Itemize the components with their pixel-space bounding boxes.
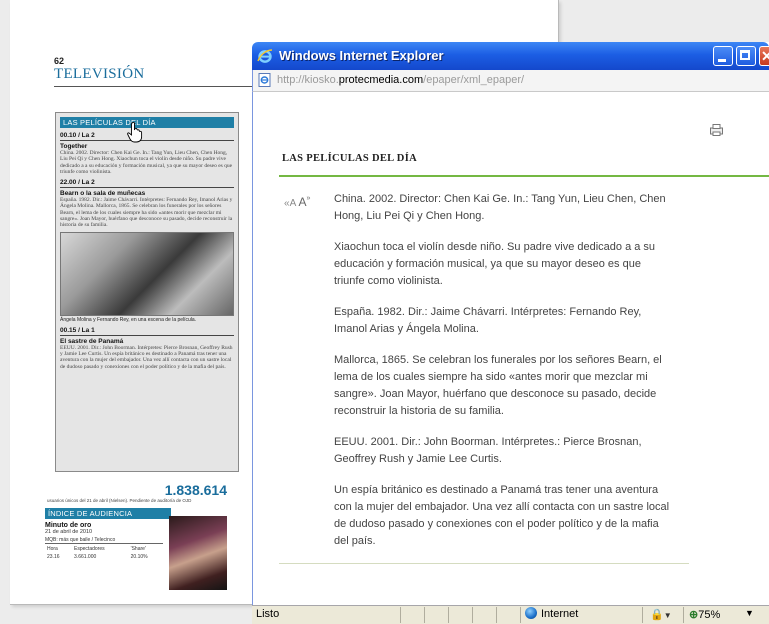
font-size-tool[interactable]: «A A» [284,195,310,209]
article-paragraph: Mallorca, 1865. Se celebran los funerale… [334,354,662,417]
zoom-icon: ⊕ [689,609,699,621]
address-bar[interactable]: http://kiosko.protecmedia.com/epaper/xml… [252,70,769,92]
film-summary: China. 2002. Director: Chen Kai Ge. In.:… [60,150,233,175]
status-divider [448,607,449,623]
status-divider [472,607,473,623]
film-title: Together [60,143,88,150]
article-paragraph: China. 2002. Director: Chen Kai Ge. In.:… [334,193,666,222]
security-zone[interactable]: Internet [525,607,578,623]
photo-caption: Ángela Molina y Fernando Rey, en una esc… [60,316,197,323]
audience-number: 1.838.614 [164,482,227,498]
minuto-program: MQB: más que baile / Telecinco [45,537,163,544]
hand-cursor-icon [127,122,143,143]
film-slot: 00.10 / La 2 [60,132,234,141]
table-header-row: Hora Espectadores 'Share' [45,545,163,553]
protected-mode-button[interactable]: 🔒▼ [650,608,672,621]
window-title: Windows Internet Explorer [279,48,444,63]
status-divider [400,607,401,623]
film-title: El sastre de Panamá [60,337,124,345]
table-cell: 23.16 [47,554,60,560]
status-text: Listo [256,608,280,620]
article-paragraph: Xiaochun toca el violín desde niño. Su p… [334,241,656,287]
film-summary: España. 1982. Dir.: Jaime Chávarri. Inté… [60,197,233,229]
page-number: 62 [54,56,65,66]
maximize-icon [740,50,750,60]
audience-table: Hora Espectadores 'Share' 23.16 3.661.00… [45,545,163,561]
table-header: Hora [47,546,58,552]
film-summary: EEUU. 2001. Dir.: John Boorman. Intérpre… [60,344,233,370]
table-header: Espectadores [74,546,105,552]
film-photo [60,231,234,316]
article-body: China. 2002. Director: Chen Kai Ge. In.:… [334,191,674,564]
section-divider [54,86,254,87]
status-divider [496,607,497,623]
url-prefix: http://kiosko. [277,74,339,86]
chevron-down-icon: ▼ [663,611,672,620]
increase-font-button[interactable]: A» [298,195,310,209]
films-column-heading: LAS PELÍCULAS DEL DÍA [60,117,234,128]
film-slot: 22.00 / La 2 [60,179,234,189]
decrease-font-button[interactable]: «A [284,198,298,209]
table-cell: 20.10% [130,554,148,560]
status-divider [642,607,643,623]
audience-index-heading: ÍNDICE DE AUDIENCIA [45,508,171,519]
url-path: /epaper/xml_epaper/ [423,74,525,86]
article-paragraph: Un espía británico es destinado a Panamá… [334,484,670,547]
lock-settings-icon: 🔒 [650,609,664,621]
status-divider [424,607,425,623]
film-slot: 00.15 / La 1 [60,327,234,336]
show-photo [169,516,227,590]
maximize-button[interactable] [736,46,756,66]
section-title: TELEVISIÓN [54,66,145,82]
minimize-button[interactable] [713,46,733,66]
close-icon: ✕ [761,48,769,64]
article-end-divider [279,563,689,564]
heading-underline [279,175,769,177]
audience-note: usuarios únicos del 21 de abril (Nielsen… [47,498,192,503]
article-paragraph: EEUU. 2001. Dir.: John Boorman. Intérpre… [334,436,642,465]
page-icon [258,73,271,87]
zoom-level-button[interactable]: ⊕75% [689,608,720,621]
status-divider [520,607,521,623]
address-url[interactable]: http://kiosko.protecmedia.com/epaper/xml… [277,74,524,86]
zoom-dropdown-icon[interactable]: ▼ [745,608,754,618]
audience-index: ÍNDICE DE AUDIENCIA Minuto de oro 21 de … [45,508,231,592]
window-titlebar[interactable]: Windows Internet Explorer ✕ [252,42,769,70]
status-bar: Listo Internet 🔒▼ ⊕75% ▼ [252,605,769,624]
article-heading: LAS PELÍCULAS DEL DÍA [282,153,417,164]
audience-counter: 1.838.614 usuarios únicos del 21 de abri… [45,482,231,504]
table-header: 'Share' [130,546,146,552]
arrow-right-icon: » [306,195,311,202]
globe-icon [525,607,537,619]
article-paragraph: España. 1982. Dir.: Jaime Chávarri. Inté… [334,306,642,335]
table-cell: 3.661.000 [74,554,97,560]
films-article-block[interactable]: LAS PELÍCULAS DEL DÍA 00.10 / La 2 Toget… [55,112,239,472]
close-button[interactable]: ✕ [759,46,769,66]
table-row: 23.16 3.661.000 20.10% [45,553,163,561]
print-icon[interactable] [710,124,723,136]
film-title: Bearn o la sala de muñecas [60,190,146,198]
internet-explorer-icon [257,49,273,63]
url-domain: protecmedia.com [338,74,424,86]
minimize-icon [718,59,726,62]
status-divider [683,607,684,623]
